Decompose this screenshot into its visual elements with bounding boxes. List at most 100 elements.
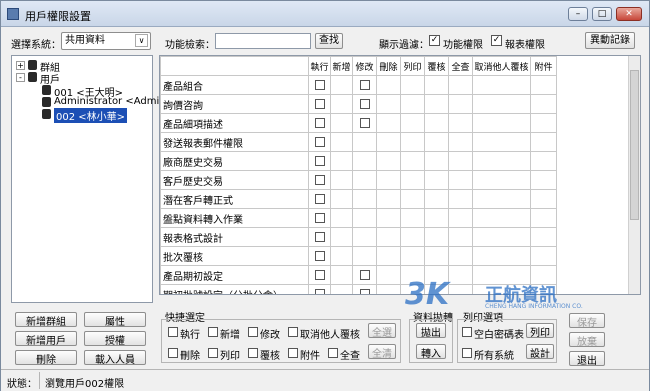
permission-cell[interactable] (424, 132, 449, 152)
permission-checkbox[interactable] (314, 136, 325, 147)
permission-cell[interactable] (376, 113, 401, 133)
permission-cell[interactable] (448, 170, 473, 190)
table-row[interactable]: 批次覆核 (160, 246, 557, 266)
authorize-button[interactable]: 授權 (84, 331, 146, 347)
clear-all-button[interactable]: 全清 (368, 344, 396, 360)
permission-cell[interactable] (330, 113, 353, 133)
permission-cell[interactable] (376, 94, 401, 114)
filter-function-checkbox[interactable]: ✓ (429, 35, 440, 46)
permission-cell[interactable] (472, 227, 531, 247)
permission-cell[interactable] (330, 94, 353, 114)
permission-cell[interactable] (308, 246, 331, 266)
permission-cell[interactable] (400, 246, 425, 266)
permission-cell[interactable] (530, 94, 557, 114)
permission-cell[interactable] (530, 170, 557, 190)
permission-checkbox[interactable] (359, 98, 370, 109)
permission-cell[interactable] (448, 227, 473, 247)
table-row[interactable]: 客戶歷史交易 (160, 170, 557, 190)
permission-checkbox[interactable] (314, 155, 325, 166)
permission-cell[interactable] (530, 113, 557, 133)
permission-cell[interactable] (330, 284, 353, 294)
permission-cell[interactable] (308, 151, 331, 171)
add-user-button[interactable]: 新增用戶 (15, 331, 77, 347)
permission-checkbox[interactable] (314, 269, 325, 280)
table-row[interactable]: 產品細項描述 (160, 113, 557, 133)
permission-checkbox[interactable] (314, 79, 325, 90)
permission-cell[interactable] (352, 113, 377, 133)
permission-cell[interactable] (330, 132, 353, 152)
close-button[interactable]: ✕ (616, 7, 642, 21)
permission-checkbox[interactable] (314, 193, 325, 204)
permission-cell[interactable] (400, 132, 425, 152)
quick-viewall-checkbox[interactable] (328, 348, 338, 358)
permission-cell[interactable] (530, 75, 557, 95)
permission-cell[interactable] (472, 189, 531, 209)
permission-checkbox[interactable] (314, 117, 325, 128)
maximize-button[interactable]: □ (592, 7, 612, 21)
permission-cell[interactable] (308, 132, 331, 152)
permission-cell[interactable] (376, 75, 401, 95)
permission-cell[interactable] (330, 208, 353, 228)
quick-attach-checkbox[interactable] (288, 348, 298, 358)
permission-checkbox[interactable] (314, 250, 325, 261)
discard-button[interactable]: 放棄 (569, 332, 605, 348)
permission-cell[interactable] (376, 246, 401, 266)
permission-cell[interactable] (352, 227, 377, 247)
permission-cell[interactable] (308, 75, 331, 95)
minimize-button[interactable]: – (568, 7, 588, 21)
print-button[interactable]: 列印 (526, 323, 554, 339)
permission-cell[interactable] (530, 246, 557, 266)
permission-cell[interactable] (308, 227, 331, 247)
permission-cell[interactable] (448, 113, 473, 133)
permission-cell[interactable] (448, 189, 473, 209)
scroll-thumb[interactable] (630, 70, 639, 220)
permission-cell[interactable] (472, 132, 531, 152)
permission-cell[interactable] (530, 151, 557, 171)
table-row[interactable]: 廠商歷史交易 (160, 151, 557, 171)
select-all-button[interactable]: 全選 (368, 323, 396, 339)
permission-cell[interactable] (352, 189, 377, 209)
table-row[interactable]: 報表格式設計 (160, 227, 557, 247)
change-log-button[interactable]: 異動記錄 (585, 32, 635, 49)
permission-cell[interactable] (472, 94, 531, 114)
permission-cell[interactable] (472, 151, 531, 171)
permission-cell[interactable] (448, 246, 473, 266)
search-input[interactable] (215, 33, 311, 49)
permission-cell[interactable] (530, 189, 557, 209)
add-group-button[interactable]: 新增群組 (15, 312, 77, 328)
properties-button[interactable]: 屬性 (84, 312, 146, 328)
quick-edit-checkbox[interactable] (248, 327, 258, 337)
permission-cell[interactable] (400, 170, 425, 190)
permission-cell[interactable] (448, 75, 473, 95)
search-button[interactable]: 查找 (315, 33, 343, 49)
permission-cell[interactable] (330, 151, 353, 171)
permission-cell[interactable] (330, 246, 353, 266)
tree-item-user-selected[interactable]: 002 <林小華> (54, 108, 128, 123)
permission-cell[interactable] (400, 151, 425, 171)
permission-cell[interactable] (352, 75, 377, 95)
permission-cell[interactable] (400, 94, 425, 114)
permission-cell[interactable] (352, 208, 377, 228)
permission-cell[interactable] (308, 113, 331, 133)
permission-cell[interactable] (376, 151, 401, 171)
quick-delete-checkbox[interactable] (168, 348, 178, 358)
permission-cell[interactable] (352, 284, 377, 294)
permission-checkbox[interactable] (314, 212, 325, 223)
permission-cell[interactable] (448, 151, 473, 171)
permission-checkbox[interactable] (359, 79, 370, 90)
permission-cell[interactable] (472, 75, 531, 95)
permission-cell[interactable] (424, 246, 449, 266)
permission-cell[interactable] (400, 208, 425, 228)
permission-cell[interactable] (352, 246, 377, 266)
vertical-scrollbar[interactable] (628, 56, 640, 294)
permission-cell[interactable] (330, 189, 353, 209)
permission-checkbox[interactable] (359, 288, 370, 294)
permission-cell[interactable] (530, 208, 557, 228)
permission-cell[interactable] (530, 132, 557, 152)
permission-cell[interactable] (330, 170, 353, 190)
permission-cell[interactable] (352, 265, 377, 285)
permission-cell[interactable] (424, 94, 449, 114)
permission-cell[interactable] (308, 94, 331, 114)
permission-cell[interactable] (448, 132, 473, 152)
permission-cell[interactable] (424, 208, 449, 228)
